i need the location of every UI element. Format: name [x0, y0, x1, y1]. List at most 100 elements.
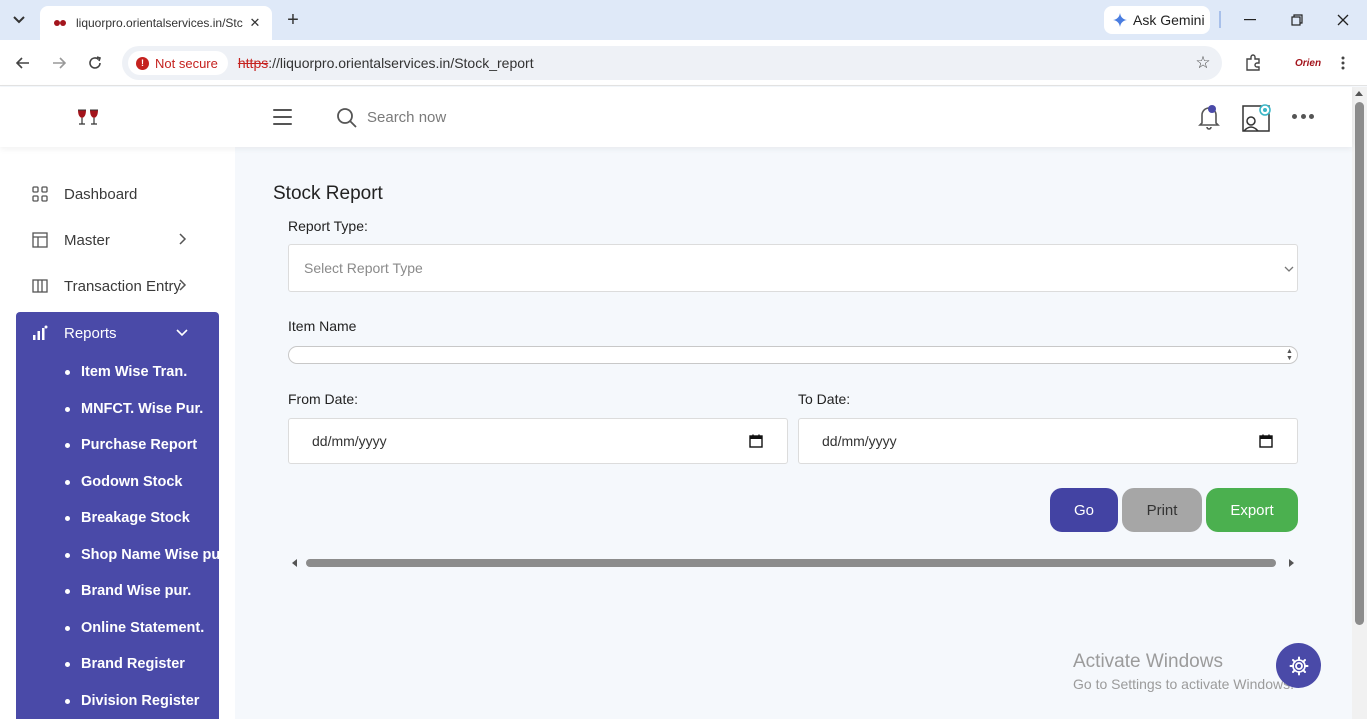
- sidebar-item-label: Dashboard: [64, 185, 138, 203]
- sidebar-item-label: Master: [64, 231, 110, 249]
- go-button[interactable]: Go: [1050, 488, 1118, 532]
- browser-tab-strip: liquorpro.orientalservices.in/Stc ✕ + As…: [0, 0, 1367, 40]
- columns-icon: [30, 276, 50, 296]
- item-name-input[interactable]: ▲ ▼: [288, 346, 1298, 364]
- forward-arrow-icon[interactable]: [47, 51, 71, 75]
- submenu-label: Godown Stock: [81, 473, 183, 490]
- vertical-scrollbar[interactable]: [1352, 87, 1367, 719]
- browser-toolbar: ! Not secure https://liquorpro.orientals…: [0, 40, 1367, 86]
- sidebar-item-master[interactable]: Master: [16, 219, 219, 261]
- from-date-label: From Date:: [288, 391, 359, 407]
- page-title: Stock Report: [273, 183, 383, 204]
- chevron-right-icon: [179, 279, 187, 291]
- minimize-icon[interactable]: [1238, 8, 1262, 32]
- calendar-icon[interactable]: [1259, 434, 1273, 448]
- from-date-value: dd/mm/yyyy: [312, 433, 387, 449]
- new-tab-plus-icon[interactable]: +: [282, 9, 304, 31]
- submenu-label: Item Wise Tran.: [81, 364, 188, 381]
- search-icon: [337, 108, 357, 128]
- grid-icon: [30, 184, 50, 204]
- scroll-right-arrow-icon[interactable]: [1289, 559, 1294, 567]
- scrollbar-thumb[interactable]: [1355, 102, 1364, 625]
- restore-icon[interactable]: [1285, 8, 1309, 32]
- profile-label: Orien: [1294, 57, 1322, 69]
- tab-title: liquorpro.orientalservices.in/Stc: [76, 16, 243, 30]
- submenu-label: Brand Wise pur.: [81, 583, 192, 600]
- submenu-item-breakage-stock[interactable]: Breakage Stock: [16, 500, 219, 537]
- reload-icon[interactable]: [83, 51, 107, 75]
- print-button[interactable]: Print: [1122, 488, 1202, 532]
- tab-search-chevron-icon[interactable]: [8, 9, 30, 31]
- window-close-icon[interactable]: [1331, 8, 1355, 32]
- to-date-input[interactable]: dd/mm/yyyy: [798, 418, 1298, 464]
- submenu-item-division-register[interactable]: Division Register: [16, 683, 219, 719]
- extensions-puzzle-icon[interactable]: [1241, 51, 1265, 75]
- report-type-select[interactable]: Select Report Type: [288, 244, 1298, 292]
- sidebar-item-label: Transaction Entry: [64, 277, 181, 295]
- app-header: [0, 87, 1352, 147]
- menu-toggle-icon[interactable]: [273, 109, 292, 125]
- submenu-label: MNFCT. Wise Pur.: [81, 400, 204, 417]
- spinner-arrows-icon[interactable]: ▲ ▼: [1285, 348, 1294, 362]
- sidebar-reports-panel: Reports Item Wise Tran. MNFCT. Wise Pur.…: [16, 312, 219, 719]
- gemini-star-icon: [1113, 13, 1127, 27]
- submenu-item-brand-register[interactable]: Brand Register: [16, 646, 219, 683]
- submenu-label: Breakage Stock: [81, 510, 190, 527]
- item-name-label: Item Name: [288, 318, 357, 334]
- bookmark-star-icon[interactable]: ☆: [1193, 53, 1213, 73]
- back-arrow-icon[interactable]: [11, 51, 35, 75]
- url-text: https://liquorpro.orientalservices.in/St…: [238, 55, 534, 71]
- reports-submenu: Item Wise Tran. MNFCT. Wise Pur. Purchas…: [16, 354, 219, 719]
- export-button[interactable]: Export: [1206, 488, 1298, 532]
- chevron-down-icon: [176, 329, 188, 337]
- submenu-item-shop-name-wise-pur[interactable]: Shop Name Wise pur.: [16, 537, 219, 574]
- not-secure-label: Not secure: [155, 55, 218, 71]
- submenu-item-mnfct-wise-pur[interactable]: MNFCT. Wise Pur.: [16, 391, 219, 428]
- scrollbar-thumb[interactable]: [306, 559, 1276, 567]
- app-logo[interactable]: [76, 106, 100, 128]
- submenu-label: Brand Register: [81, 656, 185, 673]
- address-bar[interactable]: ! Not secure https://liquorpro.orientals…: [122, 46, 1222, 80]
- notification-bell-icon[interactable]: [1197, 104, 1221, 130]
- calendar-icon[interactable]: [749, 434, 763, 448]
- more-options-icon[interactable]: [1292, 114, 1314, 120]
- sidebar-item-reports[interactable]: Reports: [16, 312, 219, 354]
- site-favicon-icon: [52, 15, 68, 31]
- submenu-label: Division Register: [81, 692, 200, 709]
- report-type-label: Report Type:: [288, 218, 368, 234]
- sidebar-item-dashboard[interactable]: Dashboard: [16, 173, 219, 215]
- browser-tab-active[interactable]: liquorpro.orientalservices.in/Stc ✕: [40, 6, 272, 40]
- sidebar: Dashboard Master Transaction Entry Repor…: [0, 147, 235, 719]
- activate-subtitle: Go to Settings to activate Windows.: [1073, 676, 1294, 692]
- horizontal-scrollbar[interactable]: [288, 556, 1298, 570]
- submenu-label: Online Statement.: [81, 619, 205, 636]
- scroll-left-arrow-icon[interactable]: [292, 559, 297, 567]
- submenu-item-brand-wise-pur[interactable]: Brand Wise pur.: [16, 573, 219, 610]
- not-secure-chip[interactable]: ! Not secure: [128, 51, 228, 75]
- sidebar-item-label: Reports: [64, 324, 117, 342]
- submenu-item-godown-stock[interactable]: Godown Stock: [16, 464, 219, 501]
- scroll-up-arrow-icon[interactable]: [1355, 91, 1363, 96]
- from-date-input[interactable]: dd/mm/yyyy: [288, 418, 788, 464]
- ask-gemini-label: Ask Gemini: [1133, 12, 1205, 28]
- submenu-item-item-wise-tran[interactable]: Item Wise Tran.: [16, 354, 219, 391]
- table-icon: [30, 230, 50, 250]
- profile-avatar-icon[interactable]: Orien: [1294, 51, 1322, 75]
- submenu-item-online-statement[interactable]: Online Statement.: [16, 610, 219, 647]
- submenu-label: Purchase Report: [81, 437, 198, 454]
- browser-menu-icon[interactable]: [1331, 51, 1355, 75]
- settings-gear-button[interactable]: [1276, 643, 1321, 688]
- chevron-right-icon: [179, 233, 187, 245]
- tab-close-icon[interactable]: ✕: [246, 14, 264, 32]
- search-input[interactable]: [367, 105, 667, 129]
- activate-title: Activate Windows: [1073, 651, 1223, 672]
- report-type-placeholder: Select Report Type: [304, 260, 423, 276]
- sidebar-item-transaction-entry[interactable]: Transaction Entry: [16, 265, 219, 307]
- activate-windows-watermark: Activate Windows Go to Settings to activ…: [1073, 651, 1294, 692]
- url-scheme: https: [237, 55, 269, 71]
- gear-icon: [1289, 656, 1308, 675]
- submenu-item-purchase-report[interactable]: Purchase Report: [16, 427, 219, 464]
- bar-chart-icon: [30, 323, 50, 343]
- user-avatar[interactable]: [1241, 103, 1273, 133]
- ask-gemini-button[interactable]: Ask Gemini: [1104, 6, 1210, 34]
